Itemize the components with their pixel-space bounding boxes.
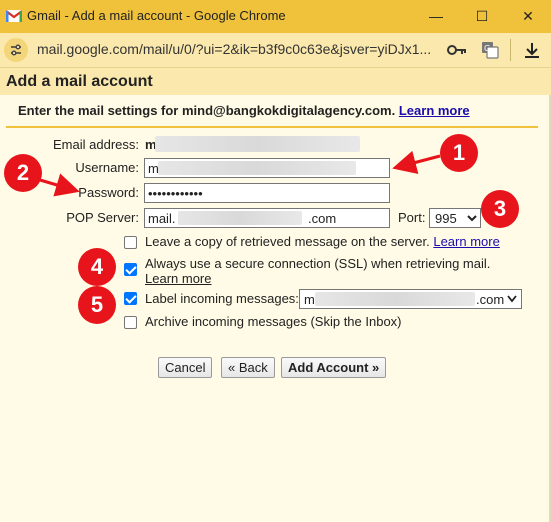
key-icon[interactable] [447,42,467,58]
pop-server-input[interactable]: mail. .com [144,208,390,228]
intro-learn-more-link[interactable]: Learn more [399,103,470,118]
svg-text:G: G [484,44,490,53]
dialog-title: Add a mail account [6,73,153,90]
address-bar: mail.google.com/mail/u/0/?ui=2&ik=b3f9c0… [0,33,551,67]
archive-checkbox[interactable] [124,316,137,329]
window-titlebar: Gmail - Add a mail account - Google Chro… [0,0,551,33]
label-prefix: m [304,292,315,307]
ssl-label: Always use a secure connection (SSL) whe… [145,256,491,271]
annotation-marker-1: 1 [440,134,478,172]
label-suffix: .com [476,292,505,307]
site-info-icon[interactable] [4,38,28,62]
back-button[interactable]: « Back [221,357,275,378]
leave-copy-checkbox[interactable] [124,236,137,249]
annotation-marker-3: 3 [481,190,519,228]
divider [6,126,538,128]
port-select[interactable]: 995 [429,208,481,228]
redacted-email [155,136,360,152]
add-account-button[interactable]: Add Account » [281,357,387,378]
intro-text: Enter the mail settings for mind@bangkok… [18,103,470,118]
close-button[interactable]: ✕ [505,0,551,33]
cancel-button[interactable]: Cancel [158,357,213,378]
annotation-marker-2: 2 [4,154,42,192]
pop-server-label: POP Server: [66,210,139,225]
download-icon[interactable] [523,41,541,59]
maximize-button[interactable]: ☐ [459,0,505,33]
redacted-username [158,161,356,175]
ssl-checkbox[interactable] [124,263,137,276]
label-incoming-label: Label incoming messages: [145,291,299,306]
redacted-label [315,292,475,306]
email-label: Email address: [53,137,139,152]
intro-label: Enter the mail settings for mind@bangkok… [18,103,396,118]
leave-copy-learn-more-link[interactable]: Learn more [433,234,499,249]
label-incoming-checkbox[interactable] [124,292,137,305]
leave-copy-text: Leave a copy of retrieved message on the… [145,234,500,249]
annotation-marker-4: 4 [78,248,116,286]
label-select[interactable]: m .com [299,289,522,309]
redacted-pop-server [178,211,302,225]
pop-server-suffix: .com [308,211,337,226]
window-title: Gmail - Add a mail account - Google Chro… [27,8,286,23]
url-text[interactable]: mail.google.com/mail/u/0/?ui=2&ik=b3f9c0… [37,41,431,57]
chevron-down-icon [507,295,517,303]
gmail-logo-icon [6,10,22,22]
translate-icon[interactable]: G [481,41,499,59]
dialog-header: Add a mail account [0,67,551,95]
password-input[interactable] [144,183,390,203]
annotation-marker-5: 5 [78,286,116,324]
minimize-button[interactable]: — [413,0,459,33]
pop-server-prefix: mail. [148,211,176,226]
divider [510,39,511,61]
port-label: Port: [398,210,426,225]
leave-copy-label: Leave a copy of retrieved message on the… [145,234,430,249]
archive-label: Archive incoming messages (Skip the Inbo… [145,314,402,329]
ssl-learn-more-link[interactable]: Learn more [145,271,211,286]
